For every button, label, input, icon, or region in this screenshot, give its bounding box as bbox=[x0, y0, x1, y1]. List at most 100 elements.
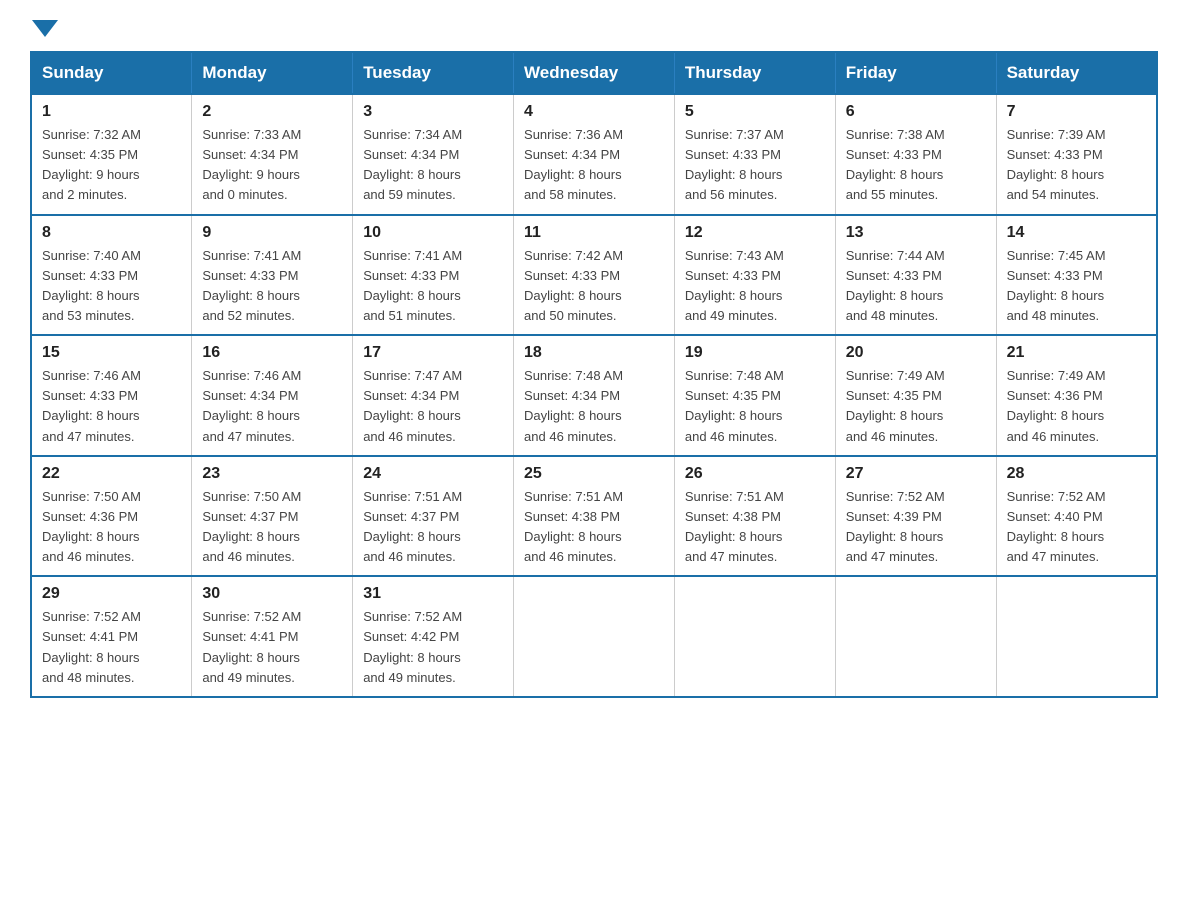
calendar-cell: 29 Sunrise: 7:52 AMSunset: 4:41 PMDaylig… bbox=[31, 576, 192, 697]
calendar-cell: 7 Sunrise: 7:39 AMSunset: 4:33 PMDayligh… bbox=[996, 94, 1157, 215]
days-header-row: SundayMondayTuesdayWednesdayThursdayFrid… bbox=[31, 52, 1157, 94]
calendar-cell: 17 Sunrise: 7:47 AMSunset: 4:34 PMDaylig… bbox=[353, 335, 514, 456]
calendar-cell: 30 Sunrise: 7:52 AMSunset: 4:41 PMDaylig… bbox=[192, 576, 353, 697]
day-number: 17 bbox=[363, 344, 503, 362]
calendar-cell bbox=[514, 576, 675, 697]
day-number: 23 bbox=[202, 465, 342, 483]
day-info: Sunrise: 7:44 AMSunset: 4:33 PMDaylight:… bbox=[846, 246, 986, 327]
day-info: Sunrise: 7:48 AMSunset: 4:35 PMDaylight:… bbox=[685, 366, 825, 447]
calendar-body: 1 Sunrise: 7:32 AMSunset: 4:35 PMDayligh… bbox=[31, 94, 1157, 697]
day-info: Sunrise: 7:33 AMSunset: 4:34 PMDaylight:… bbox=[202, 125, 342, 206]
day-info: Sunrise: 7:52 AMSunset: 4:40 PMDaylight:… bbox=[1007, 487, 1146, 568]
calendar-cell: 22 Sunrise: 7:50 AMSunset: 4:36 PMDaylig… bbox=[31, 456, 192, 577]
day-number: 28 bbox=[1007, 465, 1146, 483]
calendar-cell: 31 Sunrise: 7:52 AMSunset: 4:42 PMDaylig… bbox=[353, 576, 514, 697]
day-number: 8 bbox=[42, 224, 181, 242]
calendar-week-2: 8 Sunrise: 7:40 AMSunset: 4:33 PMDayligh… bbox=[31, 215, 1157, 336]
calendar-cell: 26 Sunrise: 7:51 AMSunset: 4:38 PMDaylig… bbox=[674, 456, 835, 577]
day-number: 6 bbox=[846, 103, 986, 121]
day-number: 21 bbox=[1007, 344, 1146, 362]
day-info: Sunrise: 7:45 AMSunset: 4:33 PMDaylight:… bbox=[1007, 246, 1146, 327]
calendar-cell: 13 Sunrise: 7:44 AMSunset: 4:33 PMDaylig… bbox=[835, 215, 996, 336]
day-number: 9 bbox=[202, 224, 342, 242]
calendar-header: SundayMondayTuesdayWednesdayThursdayFrid… bbox=[31, 52, 1157, 94]
day-number: 7 bbox=[1007, 103, 1146, 121]
calendar-cell: 1 Sunrise: 7:32 AMSunset: 4:35 PMDayligh… bbox=[31, 94, 192, 215]
day-header-monday: Monday bbox=[192, 52, 353, 94]
day-info: Sunrise: 7:40 AMSunset: 4:33 PMDaylight:… bbox=[42, 246, 181, 327]
day-info: Sunrise: 7:41 AMSunset: 4:33 PMDaylight:… bbox=[202, 246, 342, 327]
day-number: 2 bbox=[202, 103, 342, 121]
calendar-cell: 16 Sunrise: 7:46 AMSunset: 4:34 PMDaylig… bbox=[192, 335, 353, 456]
day-number: 16 bbox=[202, 344, 342, 362]
day-number: 29 bbox=[42, 585, 181, 603]
day-info: Sunrise: 7:50 AMSunset: 4:37 PMDaylight:… bbox=[202, 487, 342, 568]
page-header bbox=[30, 20, 1158, 31]
calendar-cell: 24 Sunrise: 7:51 AMSunset: 4:37 PMDaylig… bbox=[353, 456, 514, 577]
day-number: 14 bbox=[1007, 224, 1146, 242]
calendar-cell: 19 Sunrise: 7:48 AMSunset: 4:35 PMDaylig… bbox=[674, 335, 835, 456]
day-info: Sunrise: 7:39 AMSunset: 4:33 PMDaylight:… bbox=[1007, 125, 1146, 206]
day-number: 1 bbox=[42, 103, 181, 121]
calendar-week-3: 15 Sunrise: 7:46 AMSunset: 4:33 PMDaylig… bbox=[31, 335, 1157, 456]
day-number: 10 bbox=[363, 224, 503, 242]
day-number: 25 bbox=[524, 465, 664, 483]
day-number: 11 bbox=[524, 224, 664, 242]
day-info: Sunrise: 7:41 AMSunset: 4:33 PMDaylight:… bbox=[363, 246, 503, 327]
logo-arrow-icon bbox=[32, 20, 58, 37]
day-number: 19 bbox=[685, 344, 825, 362]
day-header-sunday: Sunday bbox=[31, 52, 192, 94]
calendar-cell: 11 Sunrise: 7:42 AMSunset: 4:33 PMDaylig… bbox=[514, 215, 675, 336]
calendar-cell: 6 Sunrise: 7:38 AMSunset: 4:33 PMDayligh… bbox=[835, 94, 996, 215]
day-info: Sunrise: 7:49 AMSunset: 4:36 PMDaylight:… bbox=[1007, 366, 1146, 447]
calendar-cell: 2 Sunrise: 7:33 AMSunset: 4:34 PMDayligh… bbox=[192, 94, 353, 215]
day-info: Sunrise: 7:46 AMSunset: 4:33 PMDaylight:… bbox=[42, 366, 181, 447]
day-number: 26 bbox=[685, 465, 825, 483]
day-info: Sunrise: 7:52 AMSunset: 4:42 PMDaylight:… bbox=[363, 607, 503, 688]
day-info: Sunrise: 7:43 AMSunset: 4:33 PMDaylight:… bbox=[685, 246, 825, 327]
calendar-cell: 27 Sunrise: 7:52 AMSunset: 4:39 PMDaylig… bbox=[835, 456, 996, 577]
calendar-cell bbox=[835, 576, 996, 697]
calendar-week-4: 22 Sunrise: 7:50 AMSunset: 4:36 PMDaylig… bbox=[31, 456, 1157, 577]
calendar-cell: 25 Sunrise: 7:51 AMSunset: 4:38 PMDaylig… bbox=[514, 456, 675, 577]
day-number: 3 bbox=[363, 103, 503, 121]
day-info: Sunrise: 7:47 AMSunset: 4:34 PMDaylight:… bbox=[363, 366, 503, 447]
day-number: 24 bbox=[363, 465, 503, 483]
calendar-cell: 9 Sunrise: 7:41 AMSunset: 4:33 PMDayligh… bbox=[192, 215, 353, 336]
calendar-cell bbox=[996, 576, 1157, 697]
calendar-cell: 5 Sunrise: 7:37 AMSunset: 4:33 PMDayligh… bbox=[674, 94, 835, 215]
day-info: Sunrise: 7:38 AMSunset: 4:33 PMDaylight:… bbox=[846, 125, 986, 206]
day-info: Sunrise: 7:36 AMSunset: 4:34 PMDaylight:… bbox=[524, 125, 664, 206]
calendar-cell: 12 Sunrise: 7:43 AMSunset: 4:33 PMDaylig… bbox=[674, 215, 835, 336]
day-header-thursday: Thursday bbox=[674, 52, 835, 94]
calendar-cell: 4 Sunrise: 7:36 AMSunset: 4:34 PMDayligh… bbox=[514, 94, 675, 215]
day-number: 22 bbox=[42, 465, 181, 483]
day-info: Sunrise: 7:51 AMSunset: 4:37 PMDaylight:… bbox=[363, 487, 503, 568]
day-number: 5 bbox=[685, 103, 825, 121]
logo bbox=[30, 20, 60, 31]
day-info: Sunrise: 7:32 AMSunset: 4:35 PMDaylight:… bbox=[42, 125, 181, 206]
calendar-cell: 8 Sunrise: 7:40 AMSunset: 4:33 PMDayligh… bbox=[31, 215, 192, 336]
day-number: 30 bbox=[202, 585, 342, 603]
day-info: Sunrise: 7:46 AMSunset: 4:34 PMDaylight:… bbox=[202, 366, 342, 447]
day-header-wednesday: Wednesday bbox=[514, 52, 675, 94]
calendar-cell: 28 Sunrise: 7:52 AMSunset: 4:40 PMDaylig… bbox=[996, 456, 1157, 577]
calendar-cell: 10 Sunrise: 7:41 AMSunset: 4:33 PMDaylig… bbox=[353, 215, 514, 336]
day-info: Sunrise: 7:34 AMSunset: 4:34 PMDaylight:… bbox=[363, 125, 503, 206]
calendar-cell: 21 Sunrise: 7:49 AMSunset: 4:36 PMDaylig… bbox=[996, 335, 1157, 456]
day-number: 4 bbox=[524, 103, 664, 121]
day-info: Sunrise: 7:52 AMSunset: 4:41 PMDaylight:… bbox=[42, 607, 181, 688]
day-header-saturday: Saturday bbox=[996, 52, 1157, 94]
calendar-week-5: 29 Sunrise: 7:52 AMSunset: 4:41 PMDaylig… bbox=[31, 576, 1157, 697]
calendar-cell: 23 Sunrise: 7:50 AMSunset: 4:37 PMDaylig… bbox=[192, 456, 353, 577]
day-info: Sunrise: 7:52 AMSunset: 4:39 PMDaylight:… bbox=[846, 487, 986, 568]
day-number: 20 bbox=[846, 344, 986, 362]
day-info: Sunrise: 7:37 AMSunset: 4:33 PMDaylight:… bbox=[685, 125, 825, 206]
day-info: Sunrise: 7:48 AMSunset: 4:34 PMDaylight:… bbox=[524, 366, 664, 447]
day-number: 31 bbox=[363, 585, 503, 603]
day-number: 18 bbox=[524, 344, 664, 362]
day-info: Sunrise: 7:42 AMSunset: 4:33 PMDaylight:… bbox=[524, 246, 664, 327]
calendar-cell bbox=[674, 576, 835, 697]
day-number: 15 bbox=[42, 344, 181, 362]
day-header-friday: Friday bbox=[835, 52, 996, 94]
